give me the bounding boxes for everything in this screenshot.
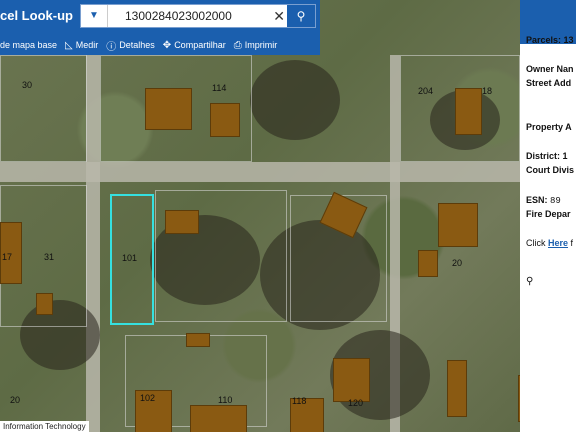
owner-label: Owner Nan	[526, 64, 574, 74]
building	[210, 103, 240, 137]
lot-number: 101	[122, 253, 138, 263]
court-label: Court Divis	[526, 165, 575, 175]
esn-value: 89	[550, 196, 561, 206]
parcel-search[interactable]: ▼ 1300284023002000 ✕ ⚲	[80, 4, 316, 28]
map-attribution: Information Technology	[0, 421, 89, 432]
measure-icon: ◺	[65, 39, 73, 51]
parcel-boundary	[0, 55, 87, 162]
property-label: Property A	[526, 122, 572, 132]
share-icon: ✥	[162, 39, 172, 51]
print-button[interactable]: ⎙ Imprimir	[234, 40, 278, 51]
road-vertical	[86, 55, 100, 432]
parcels-label: Parcels: 13	[526, 35, 574, 45]
toolbar-label: Imprimir	[244, 40, 278, 50]
lot-number: 30	[22, 80, 33, 90]
esn-label: ESN: 89	[526, 195, 561, 206]
lot-number: 18	[482, 86, 493, 96]
building	[145, 88, 192, 130]
lot-number: 114	[212, 83, 227, 93]
building	[455, 88, 482, 135]
print-icon: ⎙	[233, 39, 242, 51]
search-icon[interactable]: ⚲	[287, 5, 315, 27]
parcel-info-panel: Parcels: 13 Owner Nan Street Add Propert…	[520, 0, 576, 432]
lot-number: 204	[418, 86, 434, 96]
building	[333, 358, 370, 402]
building	[36, 293, 53, 315]
search-input[interactable]: 1300284023002000	[125, 5, 232, 27]
chevron-down-icon[interactable]: ▼	[81, 5, 108, 27]
app-header: cel Look-up ▼ 1300284023002000 ✕ ⚲ de ma…	[0, 0, 320, 55]
road-horizontal	[0, 162, 520, 182]
building	[447, 360, 467, 417]
close-icon[interactable]: ✕	[273, 5, 285, 27]
map-canvas[interactable]: 30 114 204 18 31 17 101 20 102 110 118 1…	[0, 0, 576, 432]
building	[418, 250, 438, 277]
district-label: District: 1	[526, 151, 568, 161]
lot-number: 120	[348, 398, 364, 408]
toolbar-label: Detalhes	[119, 40, 155, 50]
measure-button[interactable]: ◺ Medir	[65, 40, 98, 51]
building	[438, 203, 478, 247]
building	[190, 405, 247, 432]
lot-number: 20	[452, 258, 463, 268]
lot-number: 31	[44, 252, 55, 262]
fire-label: Fire Depar	[526, 209, 571, 219]
zoom-icon[interactable]: ⚲	[526, 276, 533, 287]
lot-number: 17	[2, 252, 13, 262]
building	[165, 210, 199, 234]
toolbar-label: Medir	[75, 40, 99, 50]
lot-number: 102	[140, 393, 156, 403]
toolbar-label: Compartilhar	[174, 40, 226, 50]
app-title: cel Look-up	[0, 8, 73, 23]
info-icon: ⓘ	[106, 41, 117, 53]
toolbar: de mapa base ◺ Medir ⓘ Detalhes ✥ Compar…	[0, 36, 277, 54]
building	[186, 333, 210, 347]
here-link[interactable]: Here	[548, 238, 568, 248]
share-button[interactable]: ✥ Compartilhar	[163, 40, 226, 51]
click-here-row: Click Here f	[526, 238, 574, 248]
lot-number: 118	[292, 396, 307, 406]
tree-cluster	[250, 60, 340, 140]
lot-number: 20	[10, 395, 21, 405]
street-label: Street Add	[526, 78, 572, 88]
toolbar-label: de mapa base	[0, 40, 58, 50]
lot-number: 110	[218, 395, 233, 405]
details-button[interactable]: ⓘ Detalhes	[106, 38, 155, 53]
basemap-button[interactable]: de mapa base	[0, 40, 57, 50]
